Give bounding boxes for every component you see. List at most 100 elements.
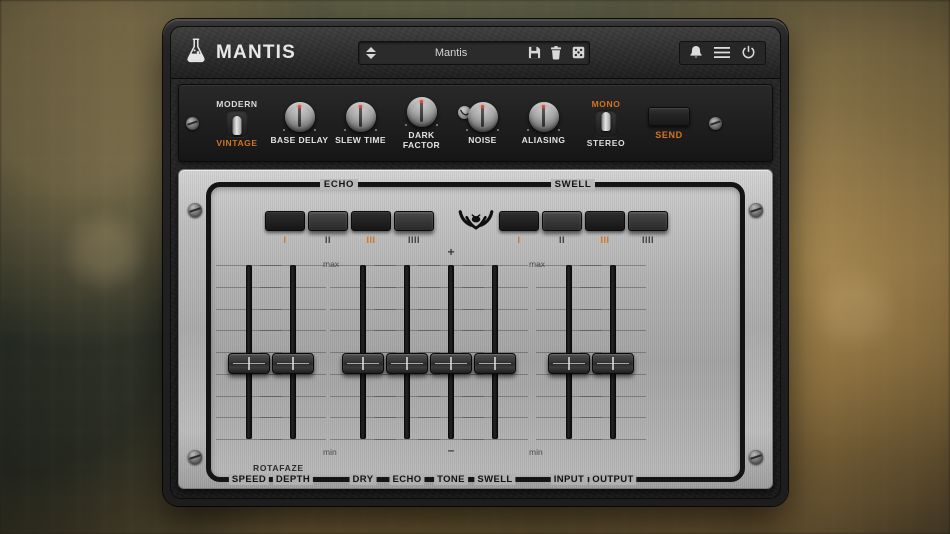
fader-swell[interactable] — [462, 257, 528, 457]
echo-step-3[interactable] — [351, 211, 391, 231]
knob-label: NOISE — [468, 134, 497, 145]
fader-track[interactable] — [290, 265, 296, 439]
knob-dial[interactable] — [528, 101, 559, 132]
scale-max-label: max — [529, 259, 546, 269]
fader-label-swell: SWELL — [474, 474, 516, 485]
title-bar: MANTIS Mantis — [171, 27, 780, 79]
echo-step-mark: IIII — [407, 235, 420, 245]
floppy-disk-icon[interactable] — [523, 46, 545, 59]
swell-step-3[interactable] — [585, 211, 625, 231]
fader-thumb[interactable] — [228, 353, 270, 374]
fader-output[interactable] — [580, 257, 646, 457]
send-control[interactable]: SEND — [638, 106, 700, 140]
knob-dial[interactable] — [406, 96, 437, 127]
echo-step-mark: II — [324, 235, 331, 245]
dice-icon[interactable] — [567, 46, 589, 59]
fader-label-tone: TONE — [434, 474, 468, 485]
fader-track[interactable] — [404, 265, 410, 439]
mantis-logo-icon — [455, 209, 497, 240]
fader-track[interactable] — [566, 265, 572, 439]
knob-led — [481, 104, 484, 108]
echo-step-4[interactable] — [394, 211, 434, 231]
fader-thumb[interactable] — [430, 353, 472, 374]
rotafaze-group-label: ROTAFAZE — [253, 463, 304, 473]
knob-dark-factor[interactable]: DARK FACTOR — [391, 96, 452, 150]
chevron-down-icon[interactable] — [366, 53, 377, 59]
fader-track[interactable] — [246, 265, 252, 439]
panel-screw — [749, 203, 763, 217]
knob-label: DARK FACTOR — [402, 129, 441, 150]
trash-icon[interactable] — [545, 45, 567, 60]
fader-thumb[interactable] — [592, 353, 634, 374]
fader-track[interactable] — [448, 265, 454, 439]
fader-label-echo: ECHO — [389, 474, 425, 485]
metal-panel: ECHO SWELL I II III IIII I II III IIII +… — [178, 169, 773, 489]
fader-scale-plus: + — [447, 245, 455, 259]
plugin-chassis: MANTIS Mantis MODERN VINTAGE BASE DELAY … — [170, 26, 781, 499]
swell-step-4[interactable] — [628, 211, 668, 231]
fader-thumb[interactable] — [272, 353, 314, 374]
panel-screw — [749, 450, 763, 464]
echo-step-mark: I — [283, 235, 287, 245]
fader-track[interactable] — [360, 265, 366, 439]
preset-spinner[interactable] — [359, 46, 379, 59]
echo-step-mark: III — [366, 235, 376, 245]
mode-switch-body[interactable] — [226, 109, 248, 137]
echo-step-2[interactable] — [308, 211, 348, 231]
fader-label-speed: SPEED — [228, 474, 270, 485]
mode-switch-bottom-label: VINTAGE — [216, 137, 258, 148]
knob-dial[interactable] — [284, 101, 315, 132]
routing-switch[interactable]: MONO STEREO — [574, 99, 638, 148]
send-label: SEND — [655, 129, 683, 140]
routing-switch-body[interactable] — [595, 109, 617, 137]
scale-min-label: min — [323, 447, 337, 457]
fader-thumb[interactable] — [548, 353, 590, 374]
preset-name[interactable]: Mantis — [379, 47, 523, 59]
main-panel-area: ECHO SWELL I II III IIII I II III IIII +… — [171, 162, 780, 498]
knob-aliasing[interactable]: ALIASING — [513, 101, 574, 145]
swell-step-buttons — [499, 211, 668, 231]
knob-label: BASE DELAY — [270, 134, 329, 145]
panel-screw — [708, 116, 722, 130]
knob-label: SLEW TIME — [335, 134, 386, 145]
fader-label-depth: DEPTH — [272, 474, 314, 485]
routing-switch-bottom-label: STEREO — [586, 137, 626, 148]
mode-switch[interactable]: MODERN VINTAGE — [205, 99, 269, 148]
fader-thumb[interactable] — [474, 353, 516, 374]
echo-step-buttons — [265, 211, 434, 231]
brand: MANTIS — [185, 37, 296, 68]
mode-switch-lever[interactable] — [232, 115, 242, 135]
chevron-up-icon[interactable] — [366, 46, 377, 52]
bell-icon[interactable] — [689, 45, 703, 60]
swell-step-mark: IIII — [641, 235, 654, 245]
knob-base-delay[interactable]: BASE DELAY — [269, 101, 330, 145]
fader-label-output: OUTPUT — [589, 474, 637, 485]
knob-dial[interactable] — [467, 101, 498, 132]
fader-track[interactable] — [492, 265, 498, 439]
knob-slew-time[interactable]: SLEW TIME — [330, 101, 391, 145]
echo-step-marks: I II III IIII — [265, 235, 434, 245]
panel-screw — [185, 116, 199, 130]
echo-step-1[interactable] — [265, 211, 305, 231]
power-icon[interactable] — [741, 45, 756, 60]
swell-step-mark: III — [600, 235, 610, 245]
plugin-window: MANTIS Mantis MODERN VINTAGE BASE DELAY … — [163, 19, 788, 506]
page-title: MANTIS — [216, 41, 297, 63]
knob-led — [542, 104, 545, 108]
fader-depth[interactable] — [260, 257, 326, 457]
knob-noise[interactable]: NOISE — [452, 101, 513, 145]
fader-thumb[interactable] — [342, 353, 384, 374]
send-button[interactable] — [648, 106, 690, 126]
swell-step-1[interactable] — [499, 211, 539, 231]
knob-led — [359, 104, 362, 108]
knob-dial[interactable] — [345, 101, 376, 132]
knob-row: MODERN VINTAGE BASE DELAY SLEW TIME DARK… — [178, 84, 773, 162]
panel-screw — [188, 203, 202, 217]
preset-browser[interactable]: Mantis — [358, 40, 591, 65]
swell-step-2[interactable] — [542, 211, 582, 231]
fader-thumb[interactable] — [386, 353, 428, 374]
fader-label-dry: DRY — [349, 474, 377, 485]
hamburger-menu-icon[interactable] — [714, 46, 730, 59]
fader-track[interactable] — [610, 265, 616, 439]
routing-switch-lever[interactable] — [601, 111, 611, 131]
